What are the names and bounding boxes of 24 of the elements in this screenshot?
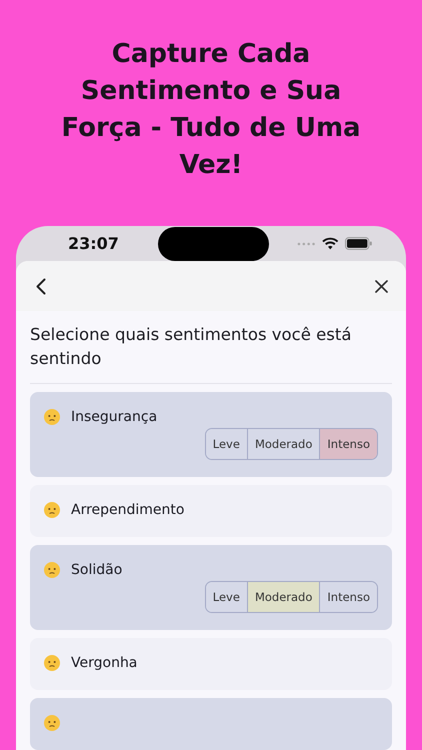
- wifi-icon: [322, 237, 339, 250]
- feeling-card[interactable]: Solidão Leve Moderado Intenso: [30, 545, 392, 630]
- face-icon: [44, 655, 60, 671]
- feeling-label: Vergonha: [71, 655, 138, 671]
- face-icon: [44, 502, 60, 518]
- back-icon: [36, 278, 46, 294]
- feeling-card[interactable]: Arrependimento: [30, 485, 392, 537]
- close-icon: [375, 280, 388, 292]
- signal-icon: [296, 242, 316, 246]
- feeling-card[interactable]: Vergonha: [30, 638, 392, 690]
- face-icon: [44, 715, 60, 731]
- prompt-text: Selecione quais sentimentos você está sentindo: [30, 324, 352, 370]
- face-icon: [44, 409, 60, 425]
- intensity-option[interactable]: Moderado: [246, 582, 320, 612]
- feeling-label: Arrependimento: [71, 502, 184, 518]
- feeling-label: Insegurança: [71, 409, 158, 425]
- status-time: 23:07: [68, 234, 120, 253]
- face-icon: [44, 562, 60, 578]
- battery-icon: [344, 237, 372, 250]
- headline: Capture Cada Sentimento e Sua Força - Tudo de Uma Vez!: [60, 38, 362, 182]
- feeling-label: Solidão: [71, 562, 122, 578]
- intensity-option[interactable]: Intenso: [319, 582, 377, 612]
- intensity-option[interactable]: Intenso: [319, 429, 377, 459]
- feeling-card[interactable]: Insegurança Leve Moderado Intenso: [30, 392, 392, 477]
